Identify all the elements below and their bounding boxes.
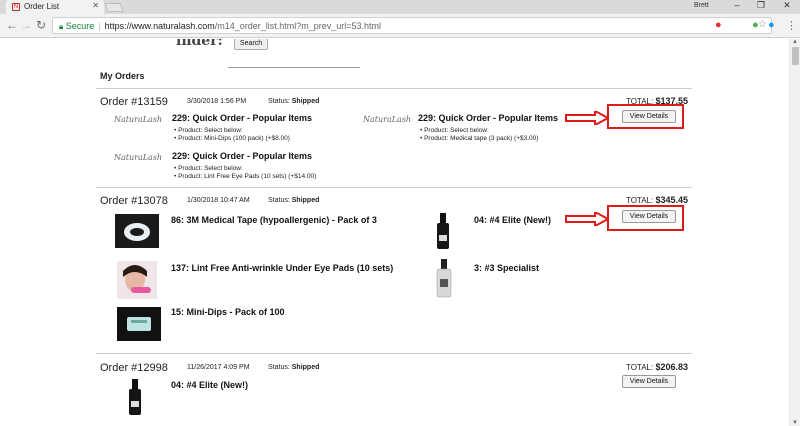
url-separator: |: [98, 21, 101, 31]
tab-title: Order List: [24, 2, 60, 11]
search-button[interactable]: Search: [234, 39, 268, 50]
product-thumbnail[interactable]: [115, 214, 159, 248]
scroll-up-icon[interactable]: ▲: [792, 39, 798, 45]
order-status: Status: Shipped: [268, 364, 319, 371]
item-option: • Product: Mini-Dips (100 pack) (+$8.00): [174, 135, 290, 142]
status-value: Shipped: [291, 197, 320, 204]
maximize-icon[interactable]: ❐: [750, 0, 772, 11]
order-total: TOTAL: $206.83: [576, 362, 688, 372]
browser-tab-strip: N Order List ✕ Brett – ❐ ✕: [0, 0, 800, 14]
view-details-button[interactable]: View Details: [622, 375, 676, 388]
url-path: /m14_order_list.html?m_prev_url=53.html: [214, 21, 382, 31]
total-value: $206.83: [655, 362, 688, 372]
order-date: 11/26/2017 4:09 PM: [187, 364, 250, 371]
cut-off-heading: inder:: [176, 39, 223, 49]
brand-logo: NaturaLash: [114, 153, 163, 162]
order-date: 1/30/2018 10:47 AM: [187, 197, 250, 204]
product-thumbnail[interactable]: [117, 261, 157, 299]
secure-label: Secure: [65, 21, 95, 31]
url-field[interactable]: 🔒︎ Secure | https://www.naturalash.com/m14…: [52, 17, 772, 34]
address-toolbar: ← → ↻ 🔒︎ Secure | https://www.naturalash.c…: [0, 14, 800, 38]
product-thumbnail[interactable]: [128, 379, 142, 417]
status-value: Shipped: [291, 98, 320, 105]
forward-icon[interactable]: →: [20, 18, 32, 32]
annotation-highlight-box: [607, 104, 684, 129]
status-label: Status:: [268, 98, 290, 105]
item-option: • Product: Select below:: [420, 127, 489, 134]
annotation-arrow: [565, 111, 609, 125]
page-content: inder: Search My Orders Order #13159 3/3…: [0, 39, 800, 426]
item-title[interactable]: 04: #4 Elite (New!): [474, 215, 551, 225]
item-title[interactable]: 229: Quick Order - Popular Items: [172, 113, 312, 123]
new-tab-button[interactable]: [104, 3, 124, 12]
item-option: • Product: Select below:: [174, 127, 243, 134]
order-total: TOTAL: $345.45: [576, 195, 688, 205]
total-label: TOTAL:: [625, 196, 654, 205]
product-thumbnail[interactable]: [436, 259, 452, 299]
order-number: Order #13159: [100, 96, 168, 108]
item-title[interactable]: 15: Mini-Dips - Pack of 100: [171, 307, 285, 317]
scroll-down-icon[interactable]: ▼: [792, 420, 798, 426]
divider: [96, 187, 692, 188]
item-title[interactable]: 137: Lint Free Anti-wrinkle Under Eye Pa…: [171, 263, 393, 273]
item-option: • Product: Medical tape (3 pack) (+$3.00…: [420, 135, 539, 142]
order-date: 3/30/2018 1:56 PM: [187, 98, 247, 105]
extension-icon[interactable]: ●: [715, 19, 722, 31]
status-value: Shipped: [291, 364, 320, 371]
item-option: • Product: Select below:: [174, 165, 243, 172]
order-status: Status: Shipped: [268, 197, 319, 204]
product-thumbnail[interactable]: [117, 307, 161, 341]
scrollbar-thumb[interactable]: [792, 47, 799, 65]
divider: [96, 88, 692, 89]
brand-logo: NaturaLash: [114, 115, 163, 124]
browser-tab[interactable]: N Order List ✕: [6, 0, 104, 14]
order-number: Order #12998: [100, 362, 168, 374]
profile-name[interactable]: Brett: [694, 2, 709, 9]
total-label: TOTAL:: [625, 363, 654, 372]
item-title[interactable]: 04: #4 Elite (New!): [171, 380, 248, 390]
order-number: Order #13078: [100, 195, 168, 207]
item-option: • Product: Lint Free Eye Pads (10 sets) …: [174, 173, 317, 180]
divider: [228, 67, 360, 68]
item-title[interactable]: 86: 3M Medical Tape (hypoallergenic) - P…: [171, 215, 377, 225]
item-title[interactable]: 229: Quick Order - Popular Items: [172, 151, 312, 161]
annotation-highlight-box: [607, 205, 684, 231]
brand-logo: NaturaLash: [363, 115, 412, 124]
site-favicon-icon: N: [12, 3, 20, 11]
reload-icon[interactable]: ↻: [36, 18, 46, 32]
annotation-arrow: [565, 212, 609, 226]
product-thumbnail[interactable]: [436, 213, 450, 251]
extension-icon[interactable]: ●: [752, 19, 759, 31]
item-title[interactable]: 229: Quick Order - Popular Items: [418, 113, 558, 123]
menu-dots-icon[interactable]: ⋮: [786, 19, 797, 32]
bookmark-star-icon[interactable]: ☆: [758, 19, 767, 30]
status-label: Status:: [268, 197, 290, 204]
total-value: $345.45: [655, 195, 688, 205]
vertical-scrollbar[interactable]: ▲ ▼: [789, 39, 800, 426]
tab-close-icon[interactable]: ✕: [92, 1, 99, 10]
order-status: Status: Shipped: [268, 98, 319, 105]
extension-icon[interactable]: ●: [768, 19, 775, 31]
item-title[interactable]: 3: #3 Specialist: [474, 263, 539, 273]
window-close-icon[interactable]: ✕: [776, 0, 798, 11]
divider: [96, 353, 692, 354]
page-title: My Orders: [100, 71, 145, 81]
minimize-icon[interactable]: –: [726, 0, 748, 10]
lock-icon: 🔒︎: [59, 22, 64, 31]
status-label: Status:: [268, 364, 290, 371]
back-icon[interactable]: ←: [6, 18, 18, 32]
url-host: https://www.naturalash.com: [104, 21, 215, 31]
